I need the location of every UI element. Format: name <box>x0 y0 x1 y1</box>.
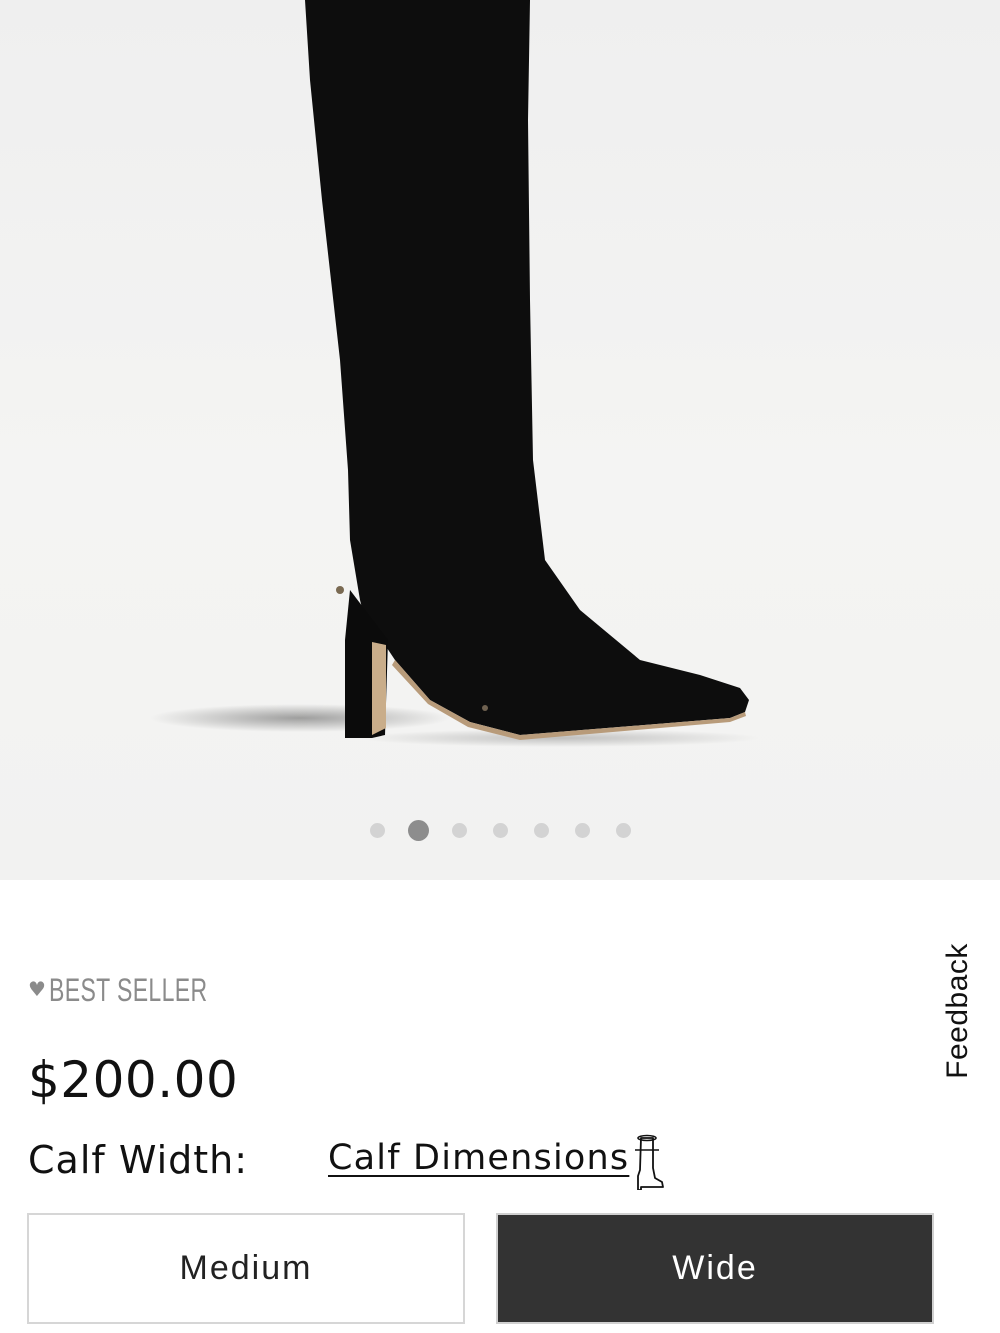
feedback-tab[interactable]: Feedback <box>937 940 979 1082</box>
feedback-label: Feedback <box>941 943 974 1079</box>
carousel-dot-5[interactable] <box>533 822 549 838</box>
product-price: $200.00 <box>28 1051 239 1109</box>
carousel-dot-2-active[interactable] <box>407 819 429 841</box>
carousel-dot-4[interactable] <box>492 822 508 838</box>
best-seller-text: BEST SELLER <box>48 971 208 1008</box>
calf-width-label: Calf Width: <box>28 1138 249 1182</box>
carousel-dot-3[interactable] <box>451 822 467 838</box>
carousel-dot-7[interactable] <box>615 822 631 838</box>
option-wide-button[interactable]: Wide <box>496 1213 934 1324</box>
calf-width-row: Calf Width: Calf Dimensions <box>28 1132 728 1192</box>
carousel-dot-6[interactable] <box>574 822 590 838</box>
carousel-dots[interactable] <box>0 818 1000 842</box>
boot-icon[interactable] <box>631 1132 665 1190</box>
carousel-dot-1[interactable] <box>369 822 385 838</box>
calf-dimensions-link[interactable]: Calf Dimensions <box>328 1138 629 1178</box>
best-seller-badge: ♥ BEST SELLER <box>28 972 269 1008</box>
heart-icon: ♥ <box>28 977 46 1001</box>
product-image-gallery[interactable] <box>0 0 1000 880</box>
product-image <box>150 0 760 747</box>
option-medium-button[interactable]: Medium <box>27 1213 465 1324</box>
